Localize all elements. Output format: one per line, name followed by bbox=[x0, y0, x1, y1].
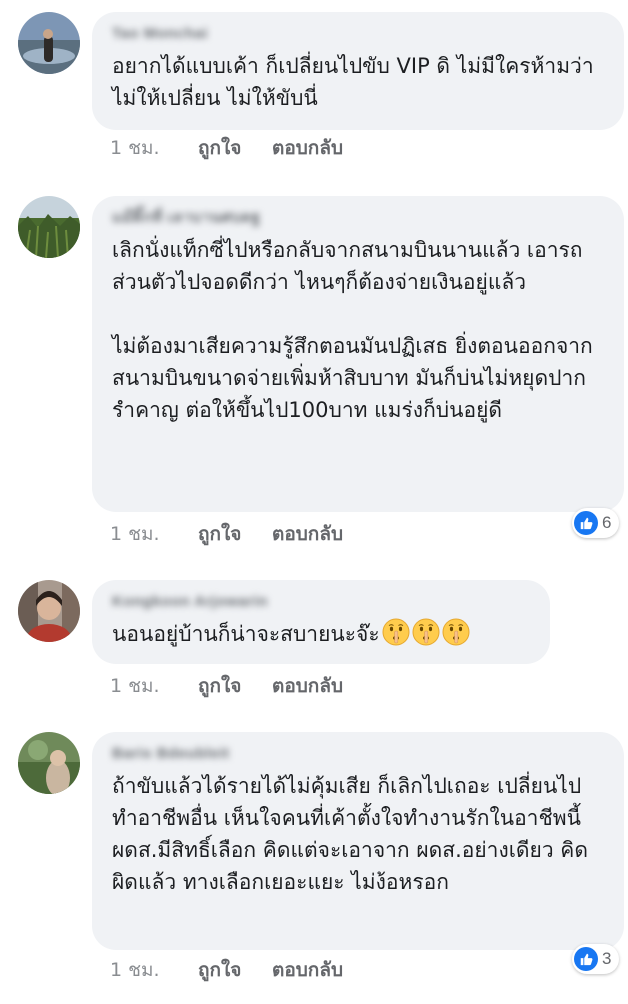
comment-bubble: Baris Bdeubleit ถ้าขับแล้วได้รายได้ไม่คุ… bbox=[92, 732, 624, 950]
avatar[interactable] bbox=[18, 12, 80, 74]
like-button[interactable]: ถูกใจ bbox=[198, 671, 272, 701]
like-button[interactable]: ถูกใจ bbox=[198, 955, 272, 985]
emoji-row bbox=[380, 618, 470, 646]
comment-text-content: นอนอยู่บ้านก็น่าจะสบายนะจ๊ะ bbox=[112, 622, 380, 646]
comment-bubble: แม๊ติ๊กที่ เลาบานศบดฐ เลิกนั่งแท็กซี่ไปห… bbox=[92, 196, 624, 512]
like-button[interactable]: ถูกใจ bbox=[198, 519, 272, 549]
comment-text: อยากได้แบบเค้า ก็เปลี่ยนไปขับ VIP ดิ ไม่… bbox=[112, 54, 594, 110]
reply-button[interactable]: ตอบกลับ bbox=[272, 955, 343, 985]
timestamp[interactable]: 1 ชม. bbox=[110, 519, 198, 549]
like-reaction-icon bbox=[574, 947, 598, 971]
comment-text: นอนอยู่บ้านก็น่าจะสบายนะจ๊ะ bbox=[112, 618, 530, 650]
shushing-face-icon bbox=[442, 618, 470, 646]
like-reaction-icon bbox=[574, 511, 598, 535]
comment-actions: 1 ชม. ถูกใจ ตอบกลับ bbox=[110, 522, 343, 546]
like-button[interactable]: ถูกใจ bbox=[198, 133, 272, 163]
avatar[interactable] bbox=[18, 196, 80, 258]
comment-bubble: Tao Monchai อยากได้แบบเค้า ก็เปลี่ยนไปขั… bbox=[92, 12, 624, 130]
shushing-face-icon bbox=[412, 618, 440, 646]
author-name[interactable]: แม๊ติ๊กที่ เลาบานศบดฐ bbox=[112, 206, 604, 230]
comment-actions: 1 ชม. ถูกใจ ตอบกลับ bbox=[110, 958, 343, 982]
comment-text: ถ้าขับแล้วได้รายได้ไม่คุ้มเสีย ก็เลิกไปเ… bbox=[112, 774, 588, 894]
comment-actions: 1 ชม. ถูกใจ ตอบกลับ bbox=[110, 136, 343, 160]
reply-button[interactable]: ตอบกลับ bbox=[272, 671, 343, 701]
author-name[interactable]: Kongkoon Arjowarin bbox=[112, 590, 530, 614]
reaction-count: 6 bbox=[602, 513, 612, 532]
reply-button[interactable]: ตอบกลับ bbox=[272, 133, 343, 163]
comment-bubble: Kongkoon Arjowarin นอนอยู่บ้านก็น่าจะสบา… bbox=[92, 580, 550, 664]
author-name[interactable]: Baris Bdeubleit bbox=[112, 742, 604, 766]
avatar[interactable] bbox=[18, 580, 80, 642]
timestamp[interactable]: 1 ชม. bbox=[110, 955, 198, 985]
comment-actions: 1 ชม. ถูกใจ ตอบกลับ bbox=[110, 674, 343, 698]
avatar[interactable] bbox=[18, 732, 80, 794]
reaction-summary[interactable]: 6 bbox=[572, 508, 620, 538]
timestamp[interactable]: 1 ชม. bbox=[110, 133, 198, 163]
timestamp[interactable]: 1 ชม. bbox=[110, 671, 198, 701]
reaction-count: 3 bbox=[602, 949, 612, 968]
author-name[interactable]: Tao Monchai bbox=[112, 22, 604, 46]
reply-button[interactable]: ตอบกลับ bbox=[272, 519, 343, 549]
reaction-summary[interactable]: 3 bbox=[572, 944, 620, 974]
comment-text: เลิกนั่งแท็กซี่ไปหรือกลับจากสนามบินนานแล… bbox=[112, 238, 593, 422]
shushing-face-icon bbox=[382, 618, 410, 646]
